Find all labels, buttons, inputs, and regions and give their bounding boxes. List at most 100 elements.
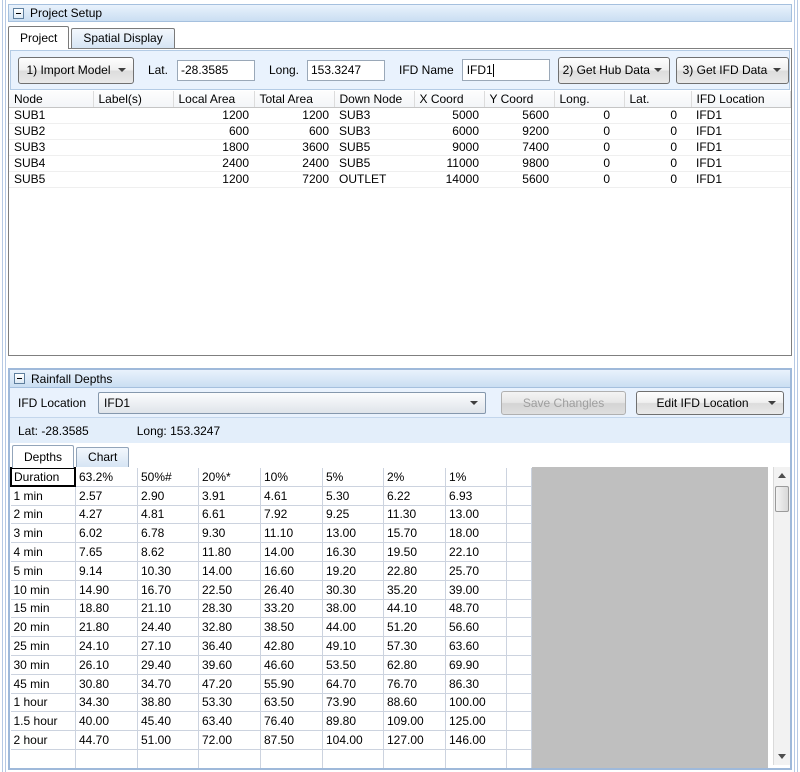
column-header[interactable]: 2%	[384, 468, 446, 487]
cell[interactable]: SUB3	[9, 139, 93, 155]
cell[interactable]: 0	[624, 155, 691, 171]
cell[interactable]: 5000	[414, 107, 484, 123]
cell[interactable]: 22.10	[446, 543, 507, 562]
cell[interactable]: 5 min	[11, 561, 76, 580]
cell[interactable]: 47.20	[199, 674, 261, 693]
cell[interactable]: 15.70	[384, 524, 446, 543]
cell[interactable]: 24.10	[76, 637, 138, 656]
cell[interactable]: 88.60	[384, 693, 446, 712]
cell[interactable]: 19.20	[323, 561, 384, 580]
cell[interactable]	[93, 107, 173, 123]
cell[interactable]: IFD1	[691, 155, 791, 171]
tab-project[interactable]: Project	[8, 26, 69, 49]
tab-depths[interactable]: Depths	[12, 445, 74, 468]
cell[interactable]: 5600	[484, 107, 554, 123]
cell[interactable]: 2400	[254, 155, 334, 171]
column-header[interactable]: 63.2%	[76, 468, 138, 487]
cell[interactable]	[507, 524, 532, 543]
cell[interactable]: IFD1	[691, 171, 791, 187]
cell[interactable]: SUB2	[9, 123, 93, 139]
cell[interactable]: 9.25	[323, 505, 384, 524]
cell[interactable]: 72.00	[199, 731, 261, 750]
column-header[interactable]: 50%#	[138, 468, 199, 487]
cell[interactable]: SUB4	[9, 155, 93, 171]
cell[interactable]: 3.91	[199, 486, 261, 505]
cell[interactable]	[76, 749, 138, 768]
import-model-button[interactable]: 1) Import Model	[18, 57, 134, 84]
cell[interactable]	[507, 599, 532, 618]
cell[interactable]: 22.80	[384, 561, 446, 580]
cell[interactable]: SUB3	[334, 107, 414, 123]
lat-input[interactable]	[177, 60, 255, 81]
cell[interactable]: 5600	[484, 171, 554, 187]
cell[interactable]: 15 min	[11, 599, 76, 618]
cell[interactable]: 51.20	[384, 618, 446, 637]
column-header[interactable]: Long.	[554, 91, 624, 107]
cell[interactable]: 127.00	[384, 731, 446, 750]
column-header[interactable]: IFD Location	[691, 91, 791, 107]
cell[interactable]: 53.50	[323, 655, 384, 674]
column-header[interactable]: Total Area	[254, 91, 334, 107]
cell[interactable]: 25.70	[446, 561, 507, 580]
cell[interactable]: 45.40	[138, 712, 199, 731]
cell[interactable]: 0	[624, 139, 691, 155]
tab-chart[interactable]: Chart	[76, 447, 129, 467]
cell[interactable]: 125.00	[446, 712, 507, 731]
cell[interactable]	[507, 618, 532, 637]
cell[interactable]: 36.40	[199, 637, 261, 656]
cell[interactable]: 62.80	[384, 655, 446, 674]
cell[interactable]: 9.14	[76, 561, 138, 580]
cell[interactable]: 87.50	[261, 731, 323, 750]
cell[interactable]: 69.90	[446, 655, 507, 674]
cell[interactable]: 7.92	[261, 505, 323, 524]
edit-ifd-location-button[interactable]: Edit IFD Location	[636, 391, 784, 415]
long-input[interactable]	[307, 60, 385, 81]
cell[interactable]: 76.70	[384, 674, 446, 693]
cell[interactable]: 0	[554, 123, 624, 139]
cell[interactable]: 29.40	[138, 655, 199, 674]
cell[interactable]	[93, 123, 173, 139]
column-header[interactable]: 1%	[446, 468, 507, 487]
cell[interactable]: 0	[554, 139, 624, 155]
cell[interactable]	[507, 693, 532, 712]
cell[interactable]: 20 min	[11, 618, 76, 637]
cell[interactable]: 1 hour	[11, 693, 76, 712]
cell[interactable]: 18.80	[76, 599, 138, 618]
cell[interactable]: 30 min	[11, 655, 76, 674]
cell[interactable]: 16.60	[261, 561, 323, 580]
cell[interactable]	[93, 155, 173, 171]
cell[interactable]: 2 hour	[11, 731, 76, 750]
cell[interactable]: 16.30	[323, 543, 384, 562]
cell[interactable]: 34.70	[138, 674, 199, 693]
cell[interactable]: SUB5	[334, 155, 414, 171]
cell[interactable]	[507, 712, 532, 731]
cell[interactable]: 100.00	[446, 693, 507, 712]
cell[interactable]: 600	[173, 123, 254, 139]
cell[interactable]: 56.60	[446, 618, 507, 637]
cell[interactable]: 600	[254, 123, 334, 139]
cell[interactable]: 86.30	[446, 674, 507, 693]
cell[interactable]: 32.80	[199, 618, 261, 637]
cell[interactable]: 26.40	[261, 580, 323, 599]
cell[interactable]: 1200	[254, 107, 334, 123]
cell[interactable]: 2.57	[76, 486, 138, 505]
scrollbar-thumb[interactable]	[775, 486, 789, 512]
cell[interactable]: SUB5	[9, 171, 93, 187]
get-hub-data-button[interactable]: 2) Get Hub Data	[558, 57, 670, 84]
cell[interactable]: 55.90	[261, 674, 323, 693]
cell[interactable]: 3600	[254, 139, 334, 155]
cell[interactable]: 48.70	[446, 599, 507, 618]
cell[interactable]: 39.60	[199, 655, 261, 674]
cell[interactable]: 34.30	[76, 693, 138, 712]
cell[interactable]	[261, 749, 323, 768]
cell[interactable]: 33.20	[261, 599, 323, 618]
cell[interactable]: 24.40	[138, 618, 199, 637]
cell[interactable]: 6.02	[76, 524, 138, 543]
cell[interactable]: 4.61	[261, 486, 323, 505]
column-header[interactable]: 10%	[261, 468, 323, 487]
cell[interactable]: 46.60	[261, 655, 323, 674]
cell[interactable]: 30.30	[323, 580, 384, 599]
cell[interactable]: 7200	[254, 171, 334, 187]
collapse-icon[interactable]	[14, 373, 25, 384]
cell[interactable]: 13.00	[323, 524, 384, 543]
